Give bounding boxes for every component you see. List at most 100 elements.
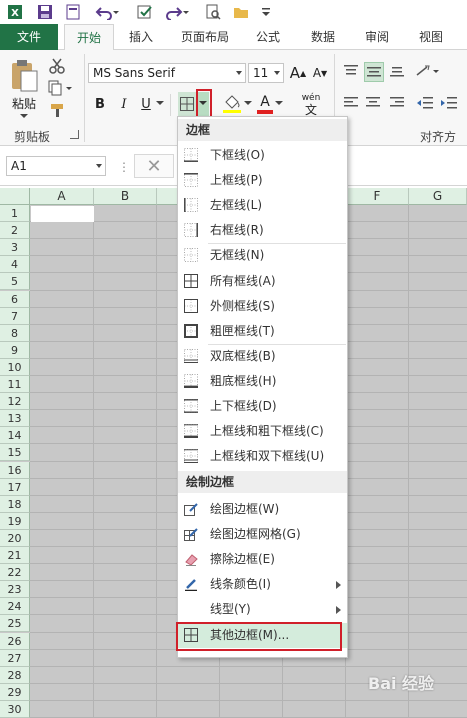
- row-header[interactable]: 25: [0, 615, 30, 633]
- font-size-combobox[interactable]: 11: [248, 63, 284, 83]
- row-header[interactable]: 16: [0, 461, 30, 479]
- borders-button[interactable]: [178, 92, 196, 116]
- tab-home[interactable]: 开始: [64, 24, 114, 51]
- undo-icon[interactable]: [94, 3, 120, 21]
- clipboard-launcher-icon[interactable]: [70, 130, 79, 139]
- column-header[interactable]: A: [30, 188, 94, 205]
- row-header[interactable]: 4: [0, 256, 30, 274]
- menu-item-top-double-bottom-border[interactable]: 上框线和双下框线(U): [178, 444, 347, 469]
- row-header[interactable]: 20: [0, 529, 30, 547]
- print-preview-icon[interactable]: [204, 3, 222, 21]
- tab-formulas[interactable]: 公式: [246, 24, 290, 50]
- paste-button[interactable]: 粘贴: [6, 56, 42, 122]
- row-header[interactable]: 14: [0, 427, 30, 445]
- row-header[interactable]: 29: [0, 683, 30, 701]
- row-header[interactable]: 27: [0, 649, 30, 667]
- row-header[interactable]: 3: [0, 239, 30, 257]
- cut-button[interactable]: [46, 56, 68, 76]
- shrink-font-button[interactable]: A ▼: [311, 62, 329, 84]
- increase-indent-button[interactable]: [440, 94, 458, 112]
- row-header[interactable]: 9: [0, 341, 30, 359]
- row-header[interactable]: 11: [0, 376, 30, 394]
- redo-icon[interactable]: [164, 3, 190, 21]
- align-center-button[interactable]: [364, 94, 382, 112]
- row-header[interactable]: 19: [0, 512, 30, 530]
- align-right-button[interactable]: [388, 94, 406, 112]
- row-header[interactable]: 8: [0, 324, 30, 342]
- row-header[interactable]: 24: [0, 598, 30, 616]
- font-name-combobox[interactable]: MS Sans Serif: [88, 63, 246, 83]
- menu-item-thick-bottom-border[interactable]: 粗底框线(H): [178, 369, 347, 394]
- menu-item-no-border[interactable]: 无框线(N): [178, 243, 347, 268]
- row-header[interactable]: 23: [0, 581, 30, 599]
- align-bottom-button[interactable]: [388, 62, 406, 80]
- align-left-button[interactable]: [342, 94, 360, 112]
- phonetic-button[interactable]: wén 文: [296, 90, 326, 118]
- menu-item-right-border[interactable]: 右框线(R): [178, 218, 347, 243]
- qat-customize-icon[interactable]: [260, 3, 272, 21]
- tab-data[interactable]: 数据: [300, 24, 346, 50]
- row-header[interactable]: 6: [0, 290, 30, 308]
- row-header[interactable]: 12: [0, 393, 30, 411]
- decrease-indent-button[interactable]: [416, 94, 434, 112]
- fill-color-button[interactable]: [220, 92, 244, 116]
- grow-font-button[interactable]: A ▲: [289, 62, 307, 84]
- column-header[interactable]: G: [409, 188, 467, 205]
- row-header[interactable]: 5: [0, 273, 30, 291]
- font-color-button[interactable]: A: [256, 92, 274, 116]
- open-folder-icon[interactable]: [232, 3, 250, 21]
- underline-button[interactable]: U: [138, 94, 154, 114]
- active-cell-a1[interactable]: [31, 206, 94, 222]
- menu-item-top-thick-bottom-border[interactable]: 上框线和粗下框线(C): [178, 419, 347, 444]
- cancel-entry-button[interactable]: ✕: [134, 154, 174, 178]
- menu-item-line-style[interactable]: 线型(Y): [178, 597, 347, 622]
- new-doc-icon[interactable]: [64, 3, 82, 21]
- fill-color-dropdown[interactable]: [244, 98, 252, 110]
- row-header[interactable]: 2: [0, 222, 30, 240]
- font-color-dropdown[interactable]: [275, 98, 283, 110]
- format-painter-button[interactable]: [46, 100, 68, 120]
- row-header[interactable]: 21: [0, 547, 30, 565]
- orientation-button[interactable]: [414, 60, 444, 82]
- menu-item-all-borders[interactable]: 所有框线(A): [178, 269, 347, 294]
- menu-item-line-color[interactable]: 线条颜色(I): [178, 572, 347, 597]
- tab-file[interactable]: 文件: [0, 24, 58, 50]
- row-header[interactable]: 7: [0, 307, 30, 325]
- tab-insert[interactable]: 插入: [118, 24, 164, 50]
- row-header[interactable]: 22: [0, 564, 30, 582]
- row-header[interactable]: 18: [0, 495, 30, 513]
- select-all-button[interactable]: [0, 188, 30, 205]
- row-header[interactable]: 26: [0, 632, 30, 650]
- row-header[interactable]: 15: [0, 444, 30, 462]
- menu-item-double-bottom-border[interactable]: 双底框线(B): [178, 344, 347, 369]
- bold-button[interactable]: B: [92, 94, 108, 114]
- menu-item-thick-box-border[interactable]: 粗匣框线(T): [178, 319, 347, 344]
- row-header[interactable]: 13: [0, 410, 30, 428]
- menu-item-draw-border[interactable]: 绘图边框(W): [178, 497, 347, 522]
- column-header[interactable]: F: [346, 188, 409, 205]
- menu-item-draw-border-grid[interactable]: 绘图边框网格(G): [178, 522, 347, 547]
- align-middle-button[interactable]: [364, 62, 384, 82]
- menu-item-left-border[interactable]: 左框线(L): [178, 193, 347, 218]
- row-header[interactable]: 10: [0, 358, 30, 376]
- row-header[interactable]: 30: [0, 700, 30, 718]
- tab-view[interactable]: 视图: [408, 24, 454, 50]
- tab-page-layout[interactable]: 页面布局: [172, 24, 238, 50]
- check-icon[interactable]: [136, 3, 154, 21]
- tab-review[interactable]: 审阅: [354, 24, 400, 50]
- row-header[interactable]: 17: [0, 478, 30, 496]
- copy-button[interactable]: [46, 78, 76, 98]
- menu-item-eraser[interactable]: 擦除边框(E): [178, 547, 347, 572]
- italic-button[interactable]: I: [116, 94, 132, 114]
- menu-item-top-border[interactable]: 上框线(P): [178, 168, 347, 193]
- menu-item-bottom-border[interactable]: 下框线(O): [178, 143, 347, 168]
- align-top-button[interactable]: [342, 62, 360, 80]
- menu-item-outside-borders[interactable]: 外侧框线(S): [178, 294, 347, 319]
- name-box[interactable]: A1: [6, 156, 106, 176]
- row-header[interactable]: 1: [0, 205, 30, 223]
- row-header[interactable]: 28: [0, 666, 30, 684]
- underline-dropdown-button[interactable]: [156, 98, 164, 110]
- column-header[interactable]: B: [94, 188, 157, 205]
- menu-item-top-bottom-border[interactable]: 上下框线(D): [178, 394, 347, 419]
- save-icon[interactable]: [36, 3, 54, 21]
